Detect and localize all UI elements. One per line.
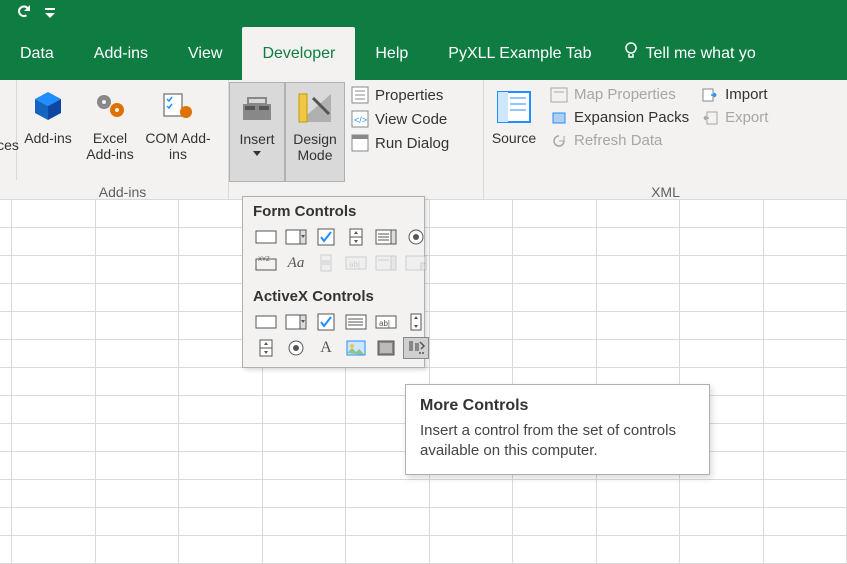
dialog-icon <box>351 134 369 152</box>
expansion-packs-button[interactable]: Expansion Packs <box>550 109 689 126</box>
form-listbox-icon[interactable] <box>373 226 399 248</box>
checklist-gear-icon <box>162 92 194 122</box>
activex-spinner-icon[interactable] <box>253 337 279 359</box>
import-button[interactable]: Import <box>701 86 768 103</box>
map-properties-label: Map Properties <box>574 86 676 103</box>
form-combo-icon[interactable] <box>283 226 309 248</box>
form-textfield-icon: ab| <box>343 252 369 274</box>
expansion-packs-label: Expansion Packs <box>574 109 689 126</box>
design-mode-label: Design Mode <box>286 131 344 163</box>
group-xml-label: XML <box>484 182 847 202</box>
properties-icon <box>351 86 369 104</box>
insert-controls-dropdown: Form Controls XYZ Aa ab| ActiveX Control… <box>242 196 425 368</box>
tooltip-title: More Controls <box>420 397 695 415</box>
form-checkbox-icon[interactable] <box>313 226 339 248</box>
com-addins-button[interactable]: COM Add-ins <box>141 82 215 182</box>
tab-addins[interactable]: Add-ins <box>74 27 168 80</box>
activex-listbox-icon[interactable] <box>343 311 369 333</box>
source-label: Source <box>492 130 536 146</box>
import-icon <box>701 87 719 103</box>
tab-pyxll[interactable]: PyXLL Example Tab <box>428 27 611 80</box>
toolbox-icon <box>237 90 277 126</box>
svg-text:ab|: ab| <box>379 319 390 328</box>
properties-button[interactable]: Properties <box>351 86 449 104</box>
activex-scrollbar-icon[interactable] <box>403 311 429 333</box>
view-code-button[interactable]: </> View Code <box>351 110 449 128</box>
group-controls: Insert Design Mode Properties </> View C… <box>229 80 484 199</box>
refresh-data-label: Refresh Data <box>574 132 662 149</box>
activex-option-icon[interactable] <box>283 337 309 359</box>
export-label: Export <box>725 109 768 126</box>
tab-help[interactable]: Help <box>355 27 428 80</box>
activex-checkbox-icon[interactable] <box>313 311 339 333</box>
activex-image-icon[interactable] <box>343 337 369 359</box>
tell-me-label: Tell me what yo <box>645 45 755 63</box>
ruler-triangle-icon <box>295 90 335 126</box>
activex-more-controls-icon[interactable] <box>403 337 429 359</box>
map-properties-button: Map Properties <box>550 86 689 103</box>
form-combo-disabled-icon <box>373 252 399 274</box>
excel-addins-button[interactable]: Excel Add-ins <box>79 82 141 182</box>
quick-access-toolbar <box>0 0 847 27</box>
run-dialog-button[interactable]: Run Dialog <box>351 134 449 152</box>
activex-combo-icon[interactable] <box>283 311 309 333</box>
properties-label: Properties <box>375 87 443 104</box>
export-button: Export <box>701 109 768 126</box>
form-controls-header: Form Controls <box>243 197 424 226</box>
redo-icon[interactable] <box>15 3 33 24</box>
source-pane-icon <box>496 90 532 124</box>
activex-toggle-icon[interactable] <box>373 337 399 359</box>
import-label: Import <box>725 86 768 103</box>
form-scrollbar-icon <box>313 252 339 274</box>
addins-label: Add-ins <box>24 130 71 146</box>
tooltip-body: Insert a control from the set of control… <box>420 421 695 462</box>
activex-controls-header: ActiveX Controls <box>243 282 424 311</box>
map-properties-icon <box>550 87 568 103</box>
lightbulb-icon <box>623 41 639 66</box>
excel-addins-label: Excel Add-ins <box>79 130 141 162</box>
insert-button[interactable]: Insert <box>229 82 285 182</box>
form-dialog-disabled-icon <box>403 252 429 274</box>
view-code-label: View Code <box>375 111 447 128</box>
more-controls-tooltip: More Controls Insert a control from the … <box>405 384 710 475</box>
tab-data[interactable]: Data <box>0 27 74 80</box>
form-button-icon[interactable] <box>253 226 279 248</box>
chevron-down-icon <box>253 151 261 156</box>
run-dialog-label: Run Dialog <box>375 135 449 152</box>
export-icon <box>701 110 719 126</box>
ribbon-tabs: Data Add-ins View Developer Help PyXLL E… <box>0 27 847 80</box>
customize-qat-icon[interactable] <box>45 8 55 19</box>
refresh-icon <box>550 133 568 149</box>
activex-textbox-icon[interactable]: ab| <box>373 311 399 333</box>
gears-icon <box>92 92 128 122</box>
activex-button-icon[interactable] <box>253 311 279 333</box>
form-groupbox-icon[interactable]: XYZ <box>253 252 279 274</box>
group-addins-label: Add-ins <box>17 182 228 202</box>
expansion-icon <box>550 110 568 126</box>
com-addins-label: COM Add-ins <box>141 130 215 162</box>
addins-icon <box>31 90 65 124</box>
design-mode-button[interactable]: Design Mode <box>285 82 345 182</box>
refresh-data-button: Refresh Data <box>550 132 689 149</box>
svg-text:ab|: ab| <box>349 260 360 269</box>
group-addins: Add-ins Excel Add-ins COM Add-ins Add-in… <box>17 80 229 199</box>
code-icon: </> <box>351 110 369 128</box>
group-xml: Source Map Properties Expansion Packs Re… <box>484 80 847 199</box>
partial-prev-group: ces <box>0 80 17 180</box>
insert-label: Insert <box>239 131 274 147</box>
source-button[interactable]: Source <box>484 82 544 182</box>
tab-view[interactable]: View <box>168 27 242 80</box>
svg-text:</>: </> <box>354 115 367 125</box>
form-option-icon[interactable] <box>403 226 429 248</box>
form-label-icon[interactable]: Aa <box>283 252 309 274</box>
activex-label-icon[interactable]: A <box>313 337 339 359</box>
tell-me-search[interactable]: Tell me what yo <box>611 27 767 80</box>
ribbon-developer: ces Add-ins Excel Add-ins COM Add-ins Ad… <box>0 80 847 200</box>
svg-text:XYZ: XYZ <box>258 257 270 263</box>
tab-developer[interactable]: Developer <box>242 27 355 80</box>
addins-button[interactable]: Add-ins <box>17 82 79 182</box>
form-spinner-icon[interactable] <box>343 226 369 248</box>
